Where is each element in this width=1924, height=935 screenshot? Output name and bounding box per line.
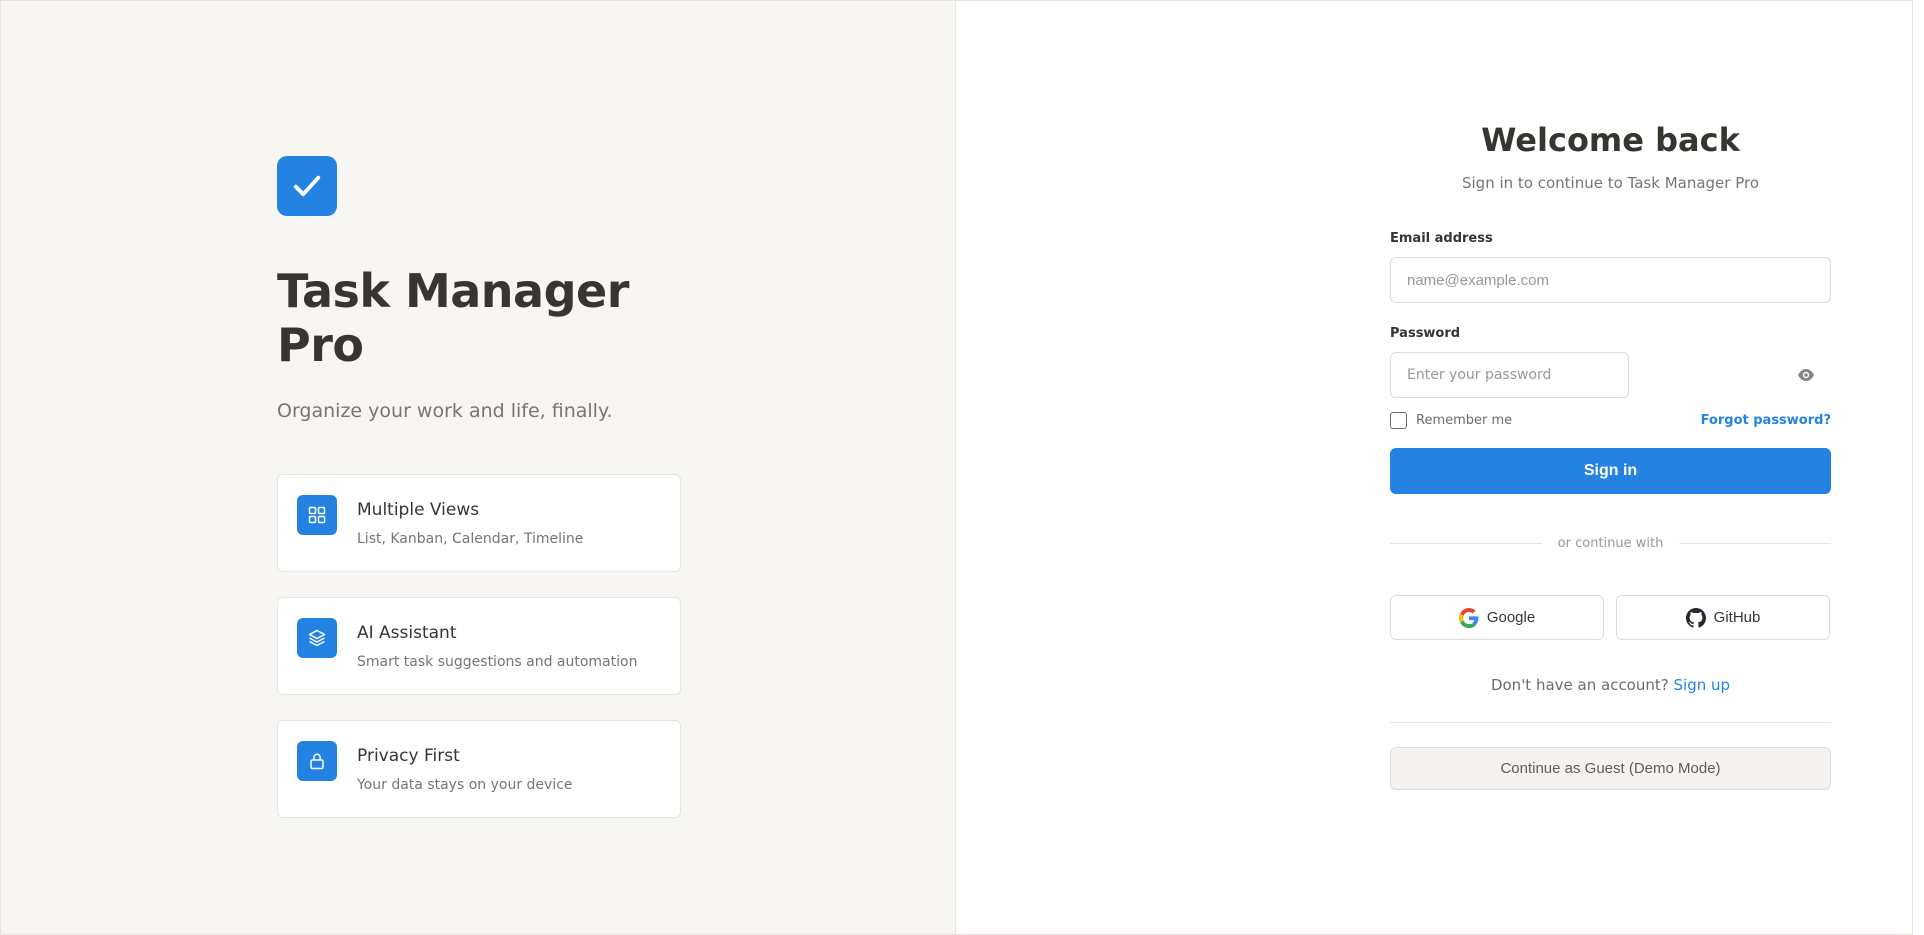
password-row [1390,352,1831,398]
app-window: Task Manager Pro Organize your work and … [0,0,1913,935]
brand-panel: Task Manager Pro Organize your work and … [1,1,956,934]
remember-me[interactable]: Remember me [1390,412,1512,429]
forgot-password-link[interactable]: Forgot password? [1701,413,1831,428]
login-subheading: Sign in to continue to Task Manager Pro [1461,174,1760,192]
divider-text: or continue with [1557,536,1664,551]
feature-title: Multiple Views [357,500,480,520]
google-label: Google [1486,609,1536,626]
signup-prompt: Don't have an account? Sign up [1390,676,1831,694]
or-divider: or continue with [1390,536,1832,551]
no-account-text: Don't have an account? [1490,676,1669,694]
login-options: Remember me Forgot password? [1390,412,1831,429]
github-label: GitHub [1713,609,1761,626]
lock-icon [297,741,337,781]
remember-checkbox[interactable] [1390,412,1407,429]
login-heading: Welcome back [1481,121,1740,159]
sign-in-button[interactable]: Sign in [1390,448,1831,494]
password-label: Password [1390,326,1461,341]
feature-card-privacy-first: Privacy First Your data stays on your de… [277,720,681,818]
feature-title: Privacy First [357,746,460,766]
feature-description: List, Kanban, Calendar, Timeline [357,531,584,547]
guest-mode-button[interactable]: Continue as Guest (Demo Mode) [1390,747,1831,790]
grid-icon [297,495,337,535]
layers-icon [297,618,337,658]
google-button[interactable]: Google [1390,595,1604,640]
feature-list: Multiple Views List, Kanban, Calendar, T… [277,474,681,818]
email-field[interactable] [1390,257,1831,303]
app-title: Task Manager Pro [277,264,629,372]
feature-card-ai-assistant: AI Assistant Smart task suggestions and … [277,597,681,695]
divider-line [1679,543,1832,544]
github-icon [1685,607,1706,628]
feature-description: Your data stays on your device [357,777,573,793]
feature-description: Smart task suggestions and automation [357,654,638,670]
feature-card-multiple-views: Multiple Views List, Kanban, Calendar, T… [277,474,681,572]
check-icon [293,175,321,197]
login-panel: Welcome back Sign in to continue to Task… [956,1,1912,934]
email-label: Email address [1390,231,1493,246]
brand-block: Task Manager Pro Organize your work and … [277,156,681,818]
divider-line [1390,722,1831,723]
feature-title: AI Assistant [357,623,457,643]
social-login: Google GitHub [1390,595,1831,640]
password-field[interactable] [1390,352,1629,398]
sign-up-link[interactable]: Sign up [1674,676,1731,694]
divider-line [1390,543,1542,544]
eye-icon[interactable] [1795,365,1817,385]
github-button[interactable]: GitHub [1616,595,1830,640]
remember-label: Remember me [1416,413,1513,428]
google-icon [1458,607,1479,628]
app-tagline: Organize your work and life, finally. [277,400,613,422]
app-logo [277,156,337,216]
login-form: Welcome back Sign in to continue to Task… [1390,121,1832,790]
